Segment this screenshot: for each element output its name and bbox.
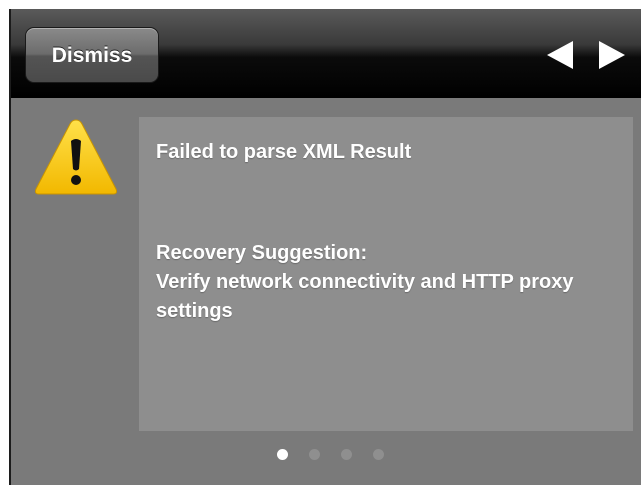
toolbar: Dismiss — [11, 9, 641, 98]
next-arrow-icon[interactable] — [597, 39, 627, 71]
message-panel: Failed to parse XML Result Recovery Sugg… — [139, 117, 633, 431]
page-dot-1[interactable] — [277, 449, 288, 460]
error-title: Failed to parse XML Result — [156, 141, 412, 163]
alert-window: Dismiss Failed to parse XML Result Recov… — [9, 9, 641, 485]
page-dot-2[interactable] — [309, 449, 320, 460]
page-dot-4[interactable] — [373, 449, 384, 460]
previous-arrow-icon[interactable] — [545, 39, 575, 71]
recovery-suggestion: Recovery Suggestion: Verify network conn… — [156, 239, 616, 326]
recovery-label: Recovery Suggestion: — [156, 242, 368, 264]
page-dot-3[interactable] — [341, 449, 352, 460]
dismiss-button[interactable]: Dismiss — [25, 27, 159, 83]
page-indicator[interactable] — [277, 449, 397, 461]
recovery-text: Verify network connectivity and HTTP pro… — [156, 271, 574, 322]
navigation-arrows — [545, 39, 635, 71]
warning-icon — [34, 119, 118, 195]
